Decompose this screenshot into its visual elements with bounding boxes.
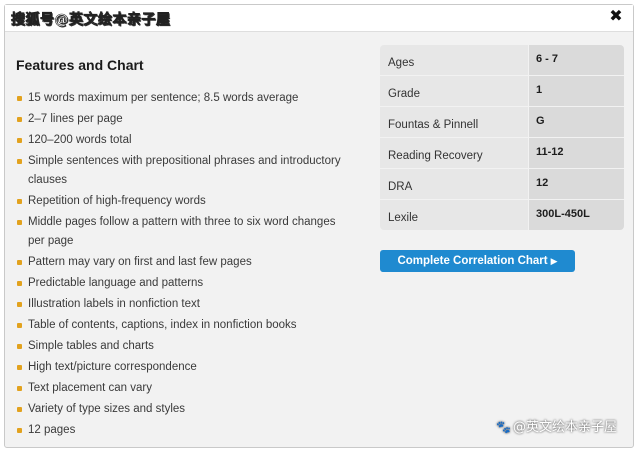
paw-icon: 🐾 [496, 420, 511, 434]
bullet-icon [17, 96, 22, 101]
feature-text: Repetition of high-frequency words [28, 195, 206, 207]
level-value: 11-12 [529, 138, 624, 168]
table-row: Lexile 300L-450L [380, 200, 624, 230]
bullet-icon [17, 260, 22, 265]
modal-titlebar: 搜狐号@英文绘本亲子屋 ✖ [5, 5, 633, 32]
feature-text: Predictable language and patterns [28, 277, 204, 289]
list-item: Text placement can vary [16, 379, 346, 398]
feature-text: 2–7 lines per page [28, 113, 123, 125]
bullet-icon [17, 159, 22, 164]
list-item: 12 pages [16, 421, 346, 440]
level-label: Fountas & Pinnell [380, 107, 528, 137]
level-value: 12 [529, 169, 624, 199]
list-item: Simple sentences with prepositional phra… [16, 152, 346, 190]
feature-text: High text/picture correspondence [28, 361, 197, 373]
correlation-chart-button[interactable]: Complete Correlation Chart ▶ [380, 250, 575, 272]
bullet-icon [17, 428, 22, 433]
table-row: Grade 1 [380, 76, 624, 106]
table-row: DRA 12 [380, 169, 624, 199]
bullet-icon [17, 199, 22, 204]
list-item: Predictable language and patterns [16, 274, 346, 293]
feature-text: Middle pages follow a pattern with three… [28, 216, 336, 247]
feature-text: 12 pages [28, 424, 76, 436]
list-item: High text/picture correspondence [16, 358, 346, 377]
feature-text: 120–200 words total [28, 134, 132, 146]
feature-text: Table of contents, captions, index in no… [28, 319, 297, 331]
bullet-icon [17, 302, 22, 307]
feature-text: Pattern may vary on first and last few p… [28, 256, 252, 268]
feature-modal: 搜狐号@英文绘本亲子屋 ✖ Features and Chart 15 word… [4, 4, 634, 448]
bullet-icon [17, 386, 22, 391]
features-list: 15 words maximum per sentence; 8.5 words… [16, 89, 346, 442]
feature-text: Variety of type sizes and styles [28, 403, 186, 415]
list-item: Simple tables and charts [16, 337, 346, 356]
cta-label: Complete Correlation Chart [397, 255, 548, 267]
level-value: 300L-450L [529, 200, 624, 230]
list-item: Table of contents, captions, index in no… [16, 316, 346, 335]
level-label: Lexile [380, 200, 528, 230]
bullet-icon [17, 117, 22, 122]
bullet-icon [17, 323, 22, 328]
level-label: Grade [380, 76, 528, 106]
table-row: Ages 6 - 7 [380, 45, 624, 75]
list-item: 15 words maximum per sentence; 8.5 words… [16, 89, 346, 108]
section-heading: Features and Chart [16, 57, 144, 73]
list-item: 2–7 lines per page [16, 110, 346, 129]
bullet-icon [17, 281, 22, 286]
level-label: Reading Recovery [380, 138, 528, 168]
watermark-bottom: 🐾 @英文绘本亲子屋 [496, 416, 617, 435]
feature-text: Illustration labels in nonfiction text [28, 298, 200, 310]
table-row: Reading Recovery 11-12 [380, 138, 624, 168]
list-item: Illustration labels in nonfiction text [16, 295, 346, 314]
bullet-icon [17, 365, 22, 370]
levels-table: Ages 6 - 7 Grade 1 Fountas & Pinnell G R… [380, 45, 624, 230]
bullet-icon [17, 138, 22, 143]
watermark-bottom-text: @英文绘本亲子屋 [512, 420, 617, 435]
feature-text: 15 words maximum per sentence; 8.5 words… [28, 92, 299, 104]
feature-text: Text placement can vary [28, 382, 153, 394]
level-value: G [529, 107, 624, 137]
table-row: Fountas & Pinnell G [380, 107, 624, 137]
list-item: Repetition of high-frequency words [16, 192, 346, 211]
bullet-icon [17, 220, 22, 225]
level-value: 6 - 7 [529, 45, 624, 75]
list-item: Pattern may vary on first and last few p… [16, 253, 346, 272]
close-icon[interactable]: ✖ [607, 8, 625, 26]
list-item: Middle pages follow a pattern with three… [16, 213, 346, 251]
list-item: 120–200 words total [16, 131, 346, 150]
bullet-icon [17, 344, 22, 349]
feature-text: Simple sentences with prepositional phra… [28, 155, 341, 186]
level-label: DRA [380, 169, 528, 199]
level-value: 1 [529, 76, 624, 106]
level-label: Ages [380, 45, 528, 75]
feature-text: Simple tables and charts [28, 340, 154, 352]
list-item: Variety of type sizes and styles [16, 400, 346, 419]
chevron-right-icon: ▶ [550, 256, 558, 266]
watermark-top: 搜狐号@英文绘本亲子屋 [11, 12, 171, 29]
bullet-icon [17, 407, 22, 412]
